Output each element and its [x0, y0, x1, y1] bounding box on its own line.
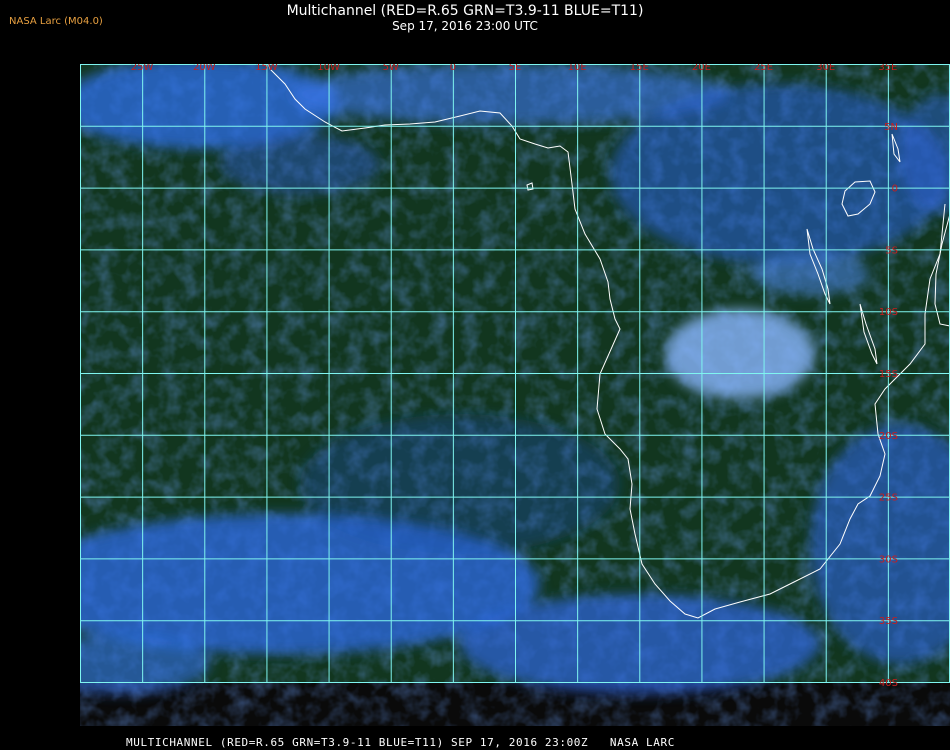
no-data-strip	[80, 682, 950, 726]
latitude-label: 40S	[879, 678, 898, 689]
latitude-label: 5S	[885, 245, 898, 256]
longitude-label: 15W	[255, 64, 278, 73]
longitude-label: 35E	[878, 64, 897, 73]
satellite-map[interactable]: 25W 20W 15W 10W 5W 0 5E 10E 15E 20E 25E 30E 35E 5N 0 5…	[80, 64, 950, 726]
longitude-label: 10E	[568, 64, 587, 73]
longitude-label: 25E	[754, 64, 773, 73]
latitude-label: 30S	[879, 554, 898, 565]
longitude-label: 20E	[692, 64, 711, 73]
longitude-label: 5E	[509, 64, 522, 73]
latitude-label: 10S	[879, 307, 898, 318]
page-title: Multichannel (RED=R.65 GRN=T3.9-11 BLUE=…	[286, 3, 644, 19]
footer-caption: MULTICHANNEL (RED=R.65 GRN=T3.9-11 BLUE=…	[126, 736, 675, 749]
longitude-label: 10W	[317, 64, 340, 73]
longitude-label: 30E	[816, 64, 835, 73]
brand-label: NASA Larc (M04.0)	[9, 16, 103, 27]
latitude-label: 5N	[884, 122, 898, 133]
longitude-label: 20W	[193, 64, 216, 73]
latitude-label: 0	[892, 184, 898, 195]
longitude-label: 25W	[131, 64, 154, 73]
longitude-label: 0	[450, 64, 456, 73]
longitude-label: 15E	[630, 64, 649, 73]
latitude-label: 35S	[879, 616, 898, 627]
timestamp-subtitle: Sep 17, 2016 23:00 UTC	[392, 19, 538, 33]
latitude-label: 25S	[879, 493, 898, 504]
latitude-label: 15S	[879, 369, 898, 380]
latitude-label: 20S	[879, 431, 898, 442]
longitude-label: 5W	[383, 64, 399, 73]
